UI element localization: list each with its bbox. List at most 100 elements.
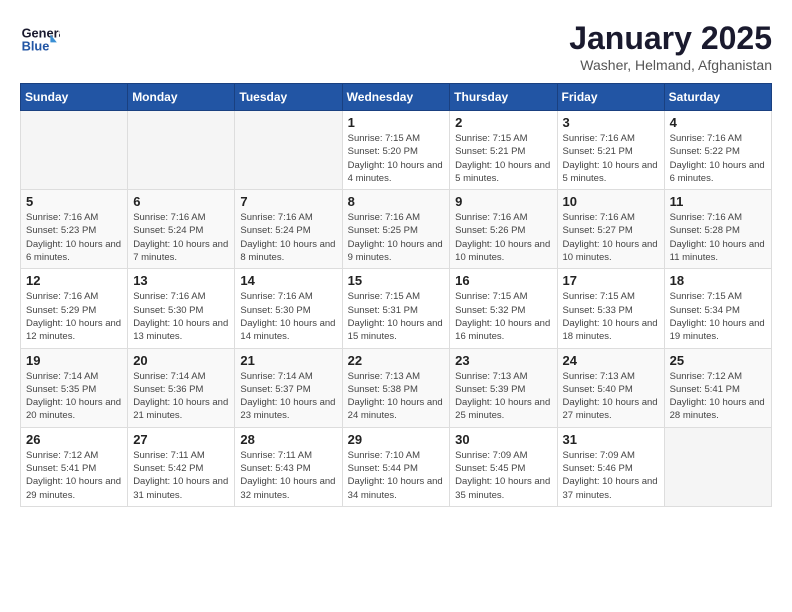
table-row: 23 Sunrise: 7:13 AMSunset: 5:39 PMDayligh…	[450, 348, 557, 427]
day-info: Sunrise: 7:16 AMSunset: 5:24 PMDaylight:…	[133, 211, 229, 264]
day-info: Sunrise: 7:16 AMSunset: 5:23 PMDaylight:…	[26, 211, 122, 264]
table-row: 21 Sunrise: 7:14 AMSunset: 5:37 PMDayligh…	[235, 348, 342, 427]
table-row: 5 Sunrise: 7:16 AMSunset: 5:23 PMDaylight…	[21, 190, 128, 269]
table-row: 8Sunrise: 7:16 AMSunset: 5:25 PMDaylight…	[342, 190, 450, 269]
day-number: 31	[563, 432, 659, 447]
table-row: 14 Sunrise: 7:16 AMSunset: 5:30 PMDayligh…	[235, 269, 342, 348]
table-row: 20 Sunrise: 7:14 AMSunset: 5:36 PMDayligh…	[128, 348, 235, 427]
day-number: 11	[670, 194, 766, 209]
day-number: 29	[348, 432, 445, 447]
table-row: 3Sunrise: 7:16 AMSunset: 5:21 PMDaylight…	[557, 111, 664, 190]
day-info: Sunrise: 7:12 AMSunset: 5:41 PMDaylight:…	[26, 449, 122, 502]
day-info: Sunrise: 7:15 AMSunset: 5:21 PMDaylight:…	[455, 132, 551, 185]
header-tuesday: Tuesday	[235, 84, 342, 111]
day-number: 1	[348, 115, 445, 130]
header-wednesday: Wednesday	[342, 84, 450, 111]
day-number: 5	[26, 194, 122, 209]
table-row: 31 Sunrise: 7:09 AMSunset: 5:46 PMDayligh…	[557, 427, 664, 506]
table-row: 13 Sunrise: 7:16 AMSunset: 5:30 PMDayligh…	[128, 269, 235, 348]
day-number: 30	[455, 432, 551, 447]
day-info: Sunrise: 7:15 AMSunset: 5:32 PMDaylight:…	[455, 290, 551, 343]
table-row: 7 Sunrise: 7:16 AMSunset: 5:24 PMDaylight…	[235, 190, 342, 269]
table-row	[128, 111, 235, 190]
day-number: 7	[240, 194, 336, 209]
day-info: Sunrise: 7:15 AMSunset: 5:34 PMDaylight:…	[670, 290, 766, 343]
table-row: 4Sunrise: 7:16 AMSunset: 5:22 PMDaylight…	[664, 111, 771, 190]
day-number: 3	[563, 115, 659, 130]
day-number: 16	[455, 273, 551, 288]
calendar-table: Sunday Monday Tuesday Wednesday Thursday…	[20, 83, 772, 507]
table-row: 15Sunrise: 7:15 AMSunset: 5:31 PMDayligh…	[342, 269, 450, 348]
day-info: Sunrise: 7:16 AMSunset: 5:25 PMDaylight:…	[348, 211, 445, 264]
table-row: 29 Sunrise: 7:10 AMSunset: 5:44 PMDayligh…	[342, 427, 450, 506]
day-info: Sunrise: 7:12 AMSunset: 5:41 PMDaylight:…	[670, 370, 766, 423]
day-info: Sunrise: 7:14 AMSunset: 5:36 PMDaylight:…	[133, 370, 229, 423]
day-number: 14	[240, 273, 336, 288]
day-number: 22	[348, 353, 445, 368]
table-row: 11 Sunrise: 7:16 AMSunset: 5:28 PMDayligh…	[664, 190, 771, 269]
day-number: 20	[133, 353, 229, 368]
day-info: Sunrise: 7:13 AMSunset: 5:40 PMDaylight:…	[563, 370, 659, 423]
day-info: Sunrise: 7:14 AMSunset: 5:35 PMDaylight:…	[26, 370, 122, 423]
day-info: Sunrise: 7:11 AMSunset: 5:42 PMDaylight:…	[133, 449, 229, 502]
day-info: Sunrise: 7:16 AMSunset: 5:30 PMDaylight:…	[133, 290, 229, 343]
logo: General Blue	[20, 20, 64, 60]
day-info: Sunrise: 7:11 AMSunset: 5:43 PMDaylight:…	[240, 449, 336, 502]
table-row: 6 Sunrise: 7:16 AMSunset: 5:24 PMDaylight…	[128, 190, 235, 269]
table-row: 16 Sunrise: 7:15 AMSunset: 5:32 PMDayligh…	[450, 269, 557, 348]
table-row: 9Sunrise: 7:16 AMSunset: 5:26 PMDaylight…	[450, 190, 557, 269]
day-info: Sunrise: 7:15 AMSunset: 5:33 PMDaylight:…	[563, 290, 659, 343]
table-row: 2Sunrise: 7:15 AMSunset: 5:21 PMDaylight…	[450, 111, 557, 190]
calendar-title: January 2025	[569, 20, 772, 57]
day-number: 23	[455, 353, 551, 368]
svg-text:Blue: Blue	[22, 38, 50, 53]
table-row: 26 Sunrise: 7:12 AMSunset: 5:41 PMDayligh…	[21, 427, 128, 506]
calendar-week-row: 19Sunrise: 7:14 AMSunset: 5:35 PMDayligh…	[21, 348, 772, 427]
table-row: 10 Sunrise: 7:16 AMSunset: 5:27 PMDayligh…	[557, 190, 664, 269]
calendar-week-row: 12 Sunrise: 7:16 AMSunset: 5:29 PMDayligh…	[21, 269, 772, 348]
day-number: 28	[240, 432, 336, 447]
day-number: 12	[26, 273, 122, 288]
day-number: 6	[133, 194, 229, 209]
day-number: 27	[133, 432, 229, 447]
day-info: Sunrise: 7:16 AMSunset: 5:28 PMDaylight:…	[670, 211, 766, 264]
day-info: Sunrise: 7:15 AMSunset: 5:31 PMDaylight:…	[348, 290, 445, 343]
day-info: Sunrise: 7:14 AMSunset: 5:37 PMDaylight:…	[240, 370, 336, 423]
day-info: Sunrise: 7:16 AMSunset: 5:27 PMDaylight:…	[563, 211, 659, 264]
day-number: 26	[26, 432, 122, 447]
day-number: 13	[133, 273, 229, 288]
day-info: Sunrise: 7:16 AMSunset: 5:29 PMDaylight:…	[26, 290, 122, 343]
day-number: 9	[455, 194, 551, 209]
day-info: Sunrise: 7:09 AMSunset: 5:46 PMDaylight:…	[563, 449, 659, 502]
table-row: 25Sunrise: 7:12 AMSunset: 5:41 PMDayligh…	[664, 348, 771, 427]
calendar-week-row: 1 Sunrise: 7:15 AMSunset: 5:20 PMDaylight…	[21, 111, 772, 190]
header-saturday: Saturday	[664, 84, 771, 111]
calendar-week-row: 5 Sunrise: 7:16 AMSunset: 5:23 PMDaylight…	[21, 190, 772, 269]
table-row	[664, 427, 771, 506]
logo-svg: General Blue	[20, 20, 60, 60]
day-info: Sunrise: 7:13 AMSunset: 5:39 PMDaylight:…	[455, 370, 551, 423]
day-info: Sunrise: 7:13 AMSunset: 5:38 PMDaylight:…	[348, 370, 445, 423]
table-row: 24 Sunrise: 7:13 AMSunset: 5:40 PMDayligh…	[557, 348, 664, 427]
header-sunday: Sunday	[21, 84, 128, 111]
page-header: General Blue January 2025 Washer, Helman…	[20, 20, 772, 73]
header-monday: Monday	[128, 84, 235, 111]
calendar-subtitle: Washer, Helmand, Afghanistan	[569, 57, 772, 73]
day-number: 21	[240, 353, 336, 368]
table-row	[235, 111, 342, 190]
table-row: 17 Sunrise: 7:15 AMSunset: 5:33 PMDayligh…	[557, 269, 664, 348]
day-info: Sunrise: 7:15 AMSunset: 5:20 PMDaylight:…	[348, 132, 445, 185]
table-row	[21, 111, 128, 190]
day-info: Sunrise: 7:10 AMSunset: 5:44 PMDaylight:…	[348, 449, 445, 502]
day-number: 10	[563, 194, 659, 209]
table-row: 22 Sunrise: 7:13 AMSunset: 5:38 PMDayligh…	[342, 348, 450, 427]
calendar-week-row: 26 Sunrise: 7:12 AMSunset: 5:41 PMDayligh…	[21, 427, 772, 506]
day-info: Sunrise: 7:16 AMSunset: 5:24 PMDaylight:…	[240, 211, 336, 264]
header-thursday: Thursday	[450, 84, 557, 111]
day-number: 18	[670, 273, 766, 288]
table-row: 12 Sunrise: 7:16 AMSunset: 5:29 PMDayligh…	[21, 269, 128, 348]
day-number: 24	[563, 353, 659, 368]
day-info: Sunrise: 7:16 AMSunset: 5:30 PMDaylight:…	[240, 290, 336, 343]
table-row: 28 Sunrise: 7:11 AMSunset: 5:43 PMDayligh…	[235, 427, 342, 506]
day-number: 17	[563, 273, 659, 288]
